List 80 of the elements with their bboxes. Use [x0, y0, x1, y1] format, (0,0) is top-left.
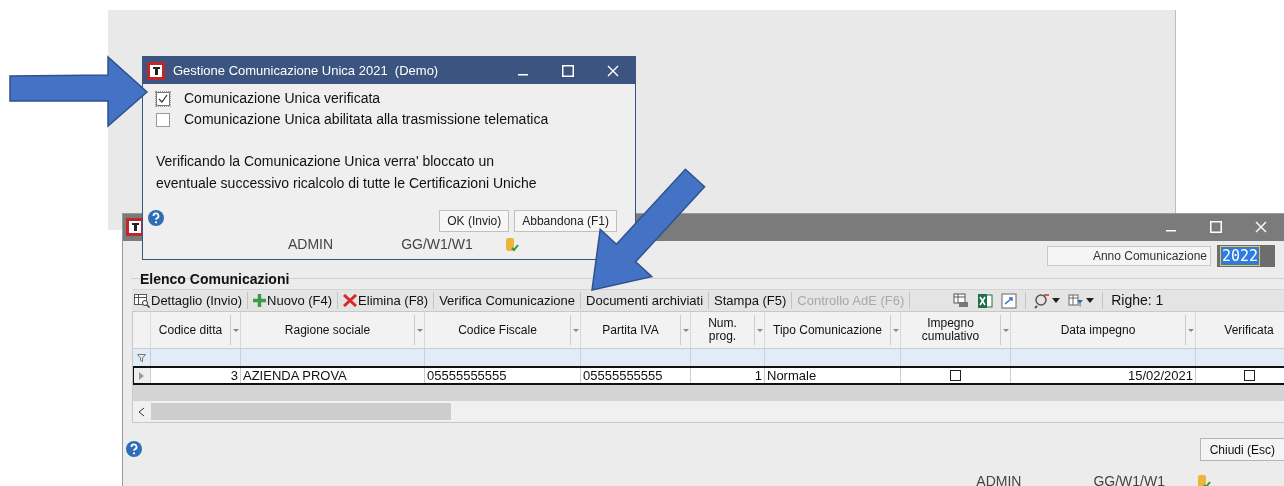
path-label: GG/W1/W1: [1093, 472, 1165, 486]
close-icon: [1254, 221, 1267, 234]
toolbar-button[interactable]: Documenti archiviati: [584, 290, 706, 311]
search-dropdown-button[interactable]: [1034, 292, 1061, 309]
maximize-icon: [561, 64, 574, 77]
database-check-icon: [504, 236, 519, 253]
minimize-icon: [517, 73, 528, 76]
row-count: Righe: 1: [1111, 291, 1164, 310]
path-label: GG/W1/W1: [401, 235, 473, 254]
plus-icon: [253, 294, 267, 307]
dialog-title: Gestione Comunicazione Unica 2021 (Demo): [173, 61, 439, 80]
caret-icon: [1052, 298, 1061, 303]
message-text: eventuale successivo ricalcolo di tutte le Certificazioni Uniche: [156, 175, 538, 192]
search-icon: [1034, 292, 1051, 309]
filter-dropdown-button[interactable]: [1068, 292, 1095, 309]
table-cell-text: 3: [230, 366, 238, 385]
group-title: Elenco Comunicazioni: [139, 271, 291, 287]
column-header[interactable]: Verificata: [1196, 312, 1284, 348]
help-icon[interactable]: [148, 210, 164, 226]
print-table-icon[interactable]: [953, 292, 970, 309]
column-dropdown-icon[interactable]: [416, 328, 423, 332]
spreadsheet-icon[interactable]: [977, 292, 994, 309]
maximize-icon: [1209, 221, 1222, 234]
checkbox[interactable]: [156, 112, 170, 127]
column-dropdown-icon[interactable]: [232, 328, 239, 332]
table-cell-text: 1: [754, 366, 762, 385]
column-header[interactable]: Data impegno: [1011, 312, 1196, 348]
column-dropdown-icon[interactable]: [572, 328, 579, 332]
help-icon[interactable]: [126, 441, 142, 457]
horizontal-scrollbar[interactable]: [133, 401, 1284, 422]
column-header[interactable]: Impegno cumulativo: [901, 312, 1011, 348]
table-cell-text: 15/02/2021: [1127, 366, 1193, 385]
table-search-icon: [134, 293, 150, 308]
close-window-button[interactable]: Chiudi (Esc): [1199, 438, 1284, 461]
delete-x-icon: [343, 294, 358, 307]
column-header[interactable]: Partita IVA: [581, 312, 691, 348]
toolbar-button[interactable]: Verifica Comunicazione: [437, 290, 577, 311]
checkbox-label[interactable]: Comunicazione Unica abilitata alla trasmissione telematica: [184, 112, 549, 127]
row-indicator-icon: [139, 371, 144, 380]
checkbox[interactable]: [156, 91, 170, 106]
table-cell-text: 05555555555: [583, 366, 663, 385]
export-icon[interactable]: [1001, 292, 1018, 309]
column-filter-icon: [1068, 292, 1085, 309]
user-label: ADMIN: [976, 472, 1022, 486]
filter-row[interactable]: [133, 349, 1284, 367]
column-dropdown-icon[interactable]: [1002, 328, 1009, 332]
table-cell-text: AZIENDA PROVA: [243, 366, 347, 385]
dialog-button[interactable]: Abbandona (F1): [514, 210, 617, 232]
field-label: Anno Comunicazione: [1047, 246, 1211, 267]
year-input-field[interactable]: 2022: [1217, 245, 1275, 268]
scrollbar-thumb[interactable]: [151, 403, 451, 420]
column-header[interactable]: Codice Fiscale: [425, 312, 581, 348]
user-label: ADMIN: [288, 235, 334, 254]
column-dropdown-icon[interactable]: [1187, 328, 1194, 332]
table-row[interactable]: 3 AZIENDA PROVA 05555555555 05555555555 1 Normale 15/02/2021: [133, 367, 1284, 384]
toolbar-button[interactable]: Elimina (F8): [341, 290, 431, 311]
column-dropdown-icon[interactable]: [892, 328, 899, 332]
close-icon: [606, 64, 619, 77]
table-cell-text: Normale: [767, 366, 817, 385]
column-header[interactable]: Codice ditta: [151, 312, 241, 348]
message-text: Verificando la Comunicazione Unica verra' bloccato un: [156, 153, 496, 170]
cell-checkbox[interactable]: [1243, 370, 1255, 381]
column-header[interactable]: Num. prog.: [691, 312, 765, 348]
app-logo-icon: [147, 61, 165, 80]
toolbar-button[interactable]: Dettaglio (Invio): [132, 290, 245, 311]
column-header[interactable]: Tipo Comunicazione: [765, 312, 901, 348]
table-cell-text: 05555555555: [427, 366, 507, 385]
cell-checkbox[interactable]: [950, 370, 961, 381]
filter-icon[interactable]: [137, 353, 146, 362]
caret-icon: [1086, 298, 1095, 303]
toolbar-button[interactable]: Stampa (F5): [712, 290, 789, 311]
column-dropdown-icon[interactable]: [682, 328, 689, 332]
year-value: 2022: [1220, 246, 1261, 267]
toolbar-button[interactable]: Nuovo (F4): [251, 290, 335, 311]
column-dropdown-icon[interactable]: [756, 328, 763, 332]
column-header[interactable]: Ragione sociale: [241, 312, 425, 348]
dialog-button[interactable]: OK (Invio): [439, 210, 510, 232]
database-check-icon: [1197, 473, 1211, 486]
minimize-icon: [1165, 230, 1176, 233]
checkbox-label[interactable]: Comunicazione Unica verificata: [184, 91, 381, 106]
